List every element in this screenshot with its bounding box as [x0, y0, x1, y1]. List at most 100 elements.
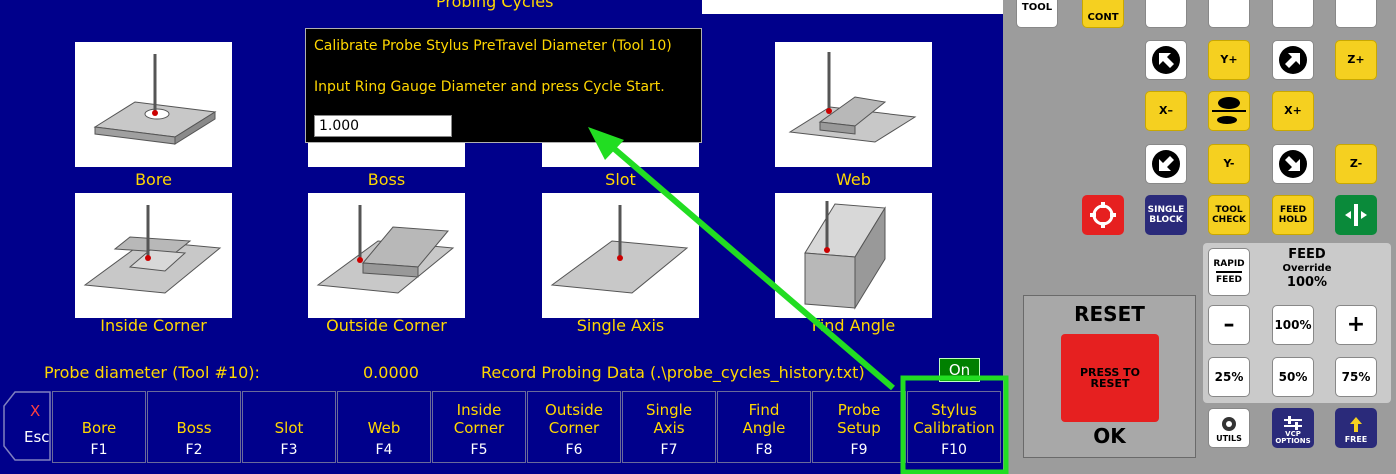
fkey-probe-setup-button[interactable]: Probe Setup F9	[812, 391, 906, 463]
fkey-number: F7	[660, 442, 678, 458]
fkey-find-angle-button[interactable]: Find Angle F8	[717, 391, 811, 463]
feed-25-label: 25%	[1214, 370, 1244, 384]
fkey-label: Find	[748, 401, 780, 419]
jog-speed-toggle[interactable]	[1208, 91, 1250, 131]
fkey-single-axis-button[interactable]: Single Axis F7	[622, 391, 716, 463]
jog-x10-button[interactable]	[1208, 0, 1250, 28]
turtle-rabbit-icon	[1212, 97, 1246, 124]
record-probing-toggle[interactable]: On	[939, 358, 980, 382]
feed-hold-button[interactable]: FEED HOLD	[1272, 195, 1314, 235]
feed-increase-button[interactable]: +	[1335, 305, 1377, 345]
jog-yplus-button[interactable]: Y+	[1208, 40, 1250, 80]
fkey-label: Angle	[742, 419, 786, 437]
esc-button[interactable]: X Esc	[4, 392, 50, 460]
tool-check-label: TOOL CHECK	[1212, 205, 1246, 225]
cycle-label-outside-corner: Outside Corner	[326, 316, 447, 335]
fkey-label: Setup	[837, 419, 881, 437]
fkey-label: Corner	[453, 419, 505, 437]
jog-xminus-yminus-button[interactable]	[1145, 144, 1187, 184]
feed-25-button[interactable]: 25%	[1208, 357, 1250, 397]
rapid-feed-toggle[interactable]: RAPID FEED	[1208, 248, 1250, 296]
fkey-number: F5	[470, 442, 488, 458]
single-block-button[interactable]: SINGLE BLOCK	[1145, 195, 1187, 235]
jog-xplus-yplus-button[interactable]	[1272, 40, 1314, 80]
zminus-label: Z-	[1349, 157, 1363, 170]
utils-button[interactable]: UTILS	[1208, 408, 1250, 448]
jog-zminus-button[interactable]: Z-	[1335, 144, 1377, 184]
fkey-label: Single	[645, 401, 693, 419]
fkey-number: F8	[755, 442, 773, 458]
fkey-inside-corner-button[interactable]: Inside Corner F5	[432, 391, 526, 463]
feed-hold-label: FEED HOLD	[1278, 205, 1308, 225]
bore-cycle-image[interactable]	[75, 42, 232, 167]
arrow-up-right-icon	[1279, 46, 1307, 74]
tool-button[interactable]: TOOL	[1016, 0, 1058, 28]
cycle-label-find-angle: Find Angle	[811, 316, 896, 335]
fkey-number: F2	[185, 442, 203, 458]
single-axis-cycle-image[interactable]	[542, 193, 699, 318]
cycle-start-button[interactable]	[1082, 195, 1124, 235]
cycle-start-green-button[interactable]	[1335, 195, 1377, 235]
record-probing-label: Record Probing Data (.\probe_cycles_hist…	[481, 363, 865, 382]
fkey-number: F10	[941, 442, 967, 458]
jog-xminus-button[interactable]: X–	[1145, 91, 1187, 131]
ring-gauge-diameter-input[interactable]	[314, 115, 452, 137]
upload-arrows-icon	[1350, 417, 1362, 432]
find-angle-cycle-image[interactable]	[775, 193, 932, 318]
single-block-label: SINGLE BLOCK	[1147, 205, 1185, 225]
tool-check-button[interactable]: TOOL CHECK	[1208, 195, 1250, 235]
feed-override-subtitle: Override	[1282, 263, 1332, 274]
fkey-stylus-calibration-button[interactable]: Stylus Calibration F10	[907, 391, 1001, 463]
feed-75-button[interactable]: 75%	[1335, 357, 1377, 397]
web-cycle-image[interactable]	[775, 42, 932, 167]
cycle-start-green-icon	[1345, 204, 1367, 226]
tool-label: TOOL	[1021, 2, 1053, 13]
feed-100-label: 100%	[1274, 318, 1312, 332]
cycle-label-web: Web	[836, 170, 871, 189]
wrench-gear-icon	[1222, 417, 1236, 431]
jog-x1-button[interactable]	[1145, 0, 1187, 28]
vcp-options-button[interactable]: VCP OPTIONS	[1272, 408, 1314, 448]
fkey-number: F1	[90, 442, 108, 458]
fkey-label: Inside	[456, 401, 502, 419]
minus-icon: –	[1223, 312, 1235, 337]
fkey-slot-button[interactable]: Slot F3	[242, 391, 336, 463]
jog-zplus-button[interactable]: Z+	[1335, 40, 1377, 80]
jog-yminus-button[interactable]: Y-	[1208, 144, 1250, 184]
jog-xminus-yplus-button[interactable]	[1145, 40, 1187, 80]
cont-button[interactable]: CONT	[1082, 0, 1124, 28]
zplus-label: Z+	[1347, 53, 1365, 66]
jog-xplus-yminus-button[interactable]	[1272, 144, 1314, 184]
fkey-web-button[interactable]: Web F4	[337, 391, 431, 463]
jog-x100-button[interactable]	[1272, 0, 1314, 28]
utils-label: UTILS	[1216, 434, 1242, 443]
outside-corner-cycle-image[interactable]	[308, 193, 465, 318]
feed-100-button[interactable]: 100%	[1272, 305, 1314, 345]
jog-xplus-button[interactable]: X+	[1272, 91, 1314, 131]
reset-title: RESET	[1074, 302, 1145, 326]
feed-75-label: 75%	[1341, 370, 1371, 384]
feed-override-readout: FEED Override 100%	[1262, 248, 1352, 290]
cycle-label-boss: Boss	[367, 170, 406, 189]
press-to-reset-button[interactable]: PRESS TO RESET	[1061, 334, 1159, 422]
dialog-title: Calibrate Probe Stylus PreTravel Diamete…	[314, 38, 672, 54]
fkey-number: F4	[375, 442, 393, 458]
cycle-label-inside-corner: Inside Corner	[100, 316, 207, 335]
fkey-label: Probe	[837, 401, 881, 419]
inside-corner-cycle-image[interactable]	[75, 193, 232, 318]
fkey-boss-button[interactable]: Boss F2	[147, 391, 241, 463]
feed-50-button[interactable]: 50%	[1272, 357, 1314, 397]
cont-label: CONT	[1087, 12, 1119, 23]
vcp-options-label: VCP OPTIONS	[1275, 430, 1311, 445]
free-label: FREE	[1344, 435, 1368, 444]
jog-mode-icon[interactable]	[1335, 0, 1377, 28]
arrow-down-right-icon	[1279, 150, 1307, 178]
arrow-up-left-icon	[1152, 46, 1180, 74]
xplus-label: X+	[1284, 104, 1302, 117]
fkey-bore-button[interactable]: Bore F1	[52, 391, 146, 463]
feed-decrease-button[interactable]: –	[1208, 305, 1250, 345]
free-button[interactable]: FREE	[1335, 408, 1377, 448]
cycle-label-slot: Slot	[605, 170, 636, 189]
fkey-outside-corner-button[interactable]: Outside Corner F6	[527, 391, 621, 463]
fkey-label: Outside	[545, 401, 603, 419]
